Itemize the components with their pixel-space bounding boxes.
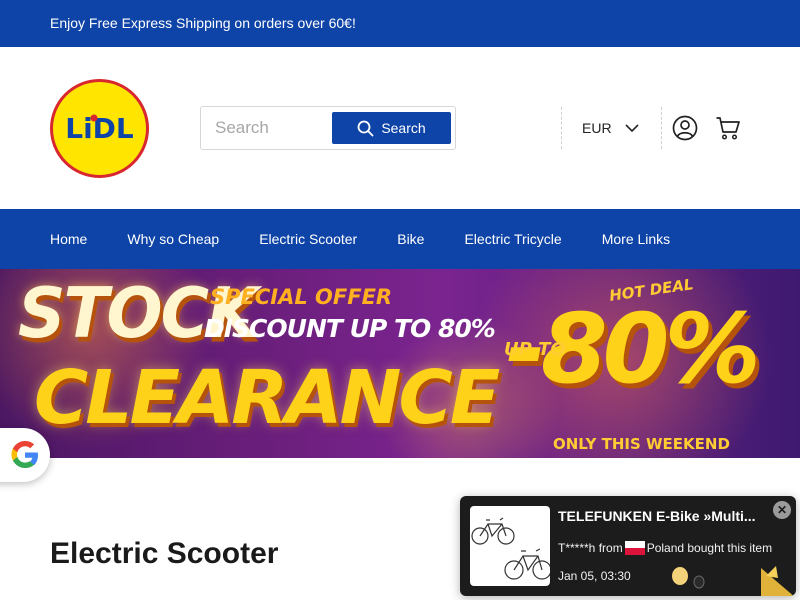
lidl-logo[interactable]: LiDL [50,79,149,178]
banner-up-to: UP TO [504,339,566,360]
header-divider [561,107,562,149]
nav-item-electric-tricycle[interactable]: Electric Tricycle [464,231,561,247]
recent-purchase-popup[interactable]: TELEFUNKEN E-Bike »Multi... T*****h from… [460,496,796,596]
google-icon [11,441,38,468]
main-nav: Home Why so Cheap Electric Scooter Bike … [0,209,800,269]
search-button-label: Search [381,120,426,136]
nav-item-home[interactable]: Home [50,231,87,247]
page-title: Electric Scooter [50,537,279,570]
banner-clearance-text: CLEARANCE [34,355,500,441]
banner-special-offer: SPECIAL OFFER [210,285,393,309]
popup-product-name: TELEFUNKEN E-Bike »Multi... [558,508,756,524]
search-box: Search [200,106,456,150]
poland-flag-icon [624,541,645,555]
popup-time: Jan 05, 03:30 [558,569,631,583]
currency-selector[interactable]: EUR [573,107,653,149]
banner-discount-text: DISCOUNT UP TO 80% [204,314,496,343]
popup-buyer: T*****h from [558,541,623,555]
cart-icon[interactable] [715,115,741,141]
header-divider [661,107,662,149]
nav-item-bike[interactable]: Bike [397,231,424,247]
chevron-down-icon [624,123,639,132]
nav-item-why-so-cheap[interactable]: Why so Cheap [127,231,219,247]
user-icon[interactable] [672,115,698,141]
search-icon [357,120,374,136]
promo-bar: Enjoy Free Express Shipping on orders ov… [0,0,800,47]
logo-text: LiDL [65,112,134,145]
banner-weekend-text: ONLY THIS WEEKEND [553,435,730,453]
search-input[interactable] [202,108,327,148]
product-thumbnail [470,506,552,586]
promo-text: Enjoy Free Express Shipping on orders ov… [50,15,356,31]
search-button[interactable]: Search [332,112,451,144]
clearance-banner[interactable]: STOCK SPECIAL OFFER DISCOUNT UP TO 80% C… [0,269,800,458]
site-header: LiDL Search EUR [0,47,800,209]
gift-decoration-icon [672,566,794,596]
popup-location: Poland bought this item [646,541,773,555]
currency-label: EUR [582,120,612,136]
nav-item-electric-scooter[interactable]: Electric Scooter [259,231,357,247]
close-icon[interactable]: ✕ [773,501,791,519]
logo-mark: LiDL [65,112,134,145]
google-reviews-badge[interactable] [0,428,50,482]
popup-buyer-line: T*****h from Poland bought this item [558,541,772,555]
nav-item-more-links[interactable]: More Links [602,231,670,247]
